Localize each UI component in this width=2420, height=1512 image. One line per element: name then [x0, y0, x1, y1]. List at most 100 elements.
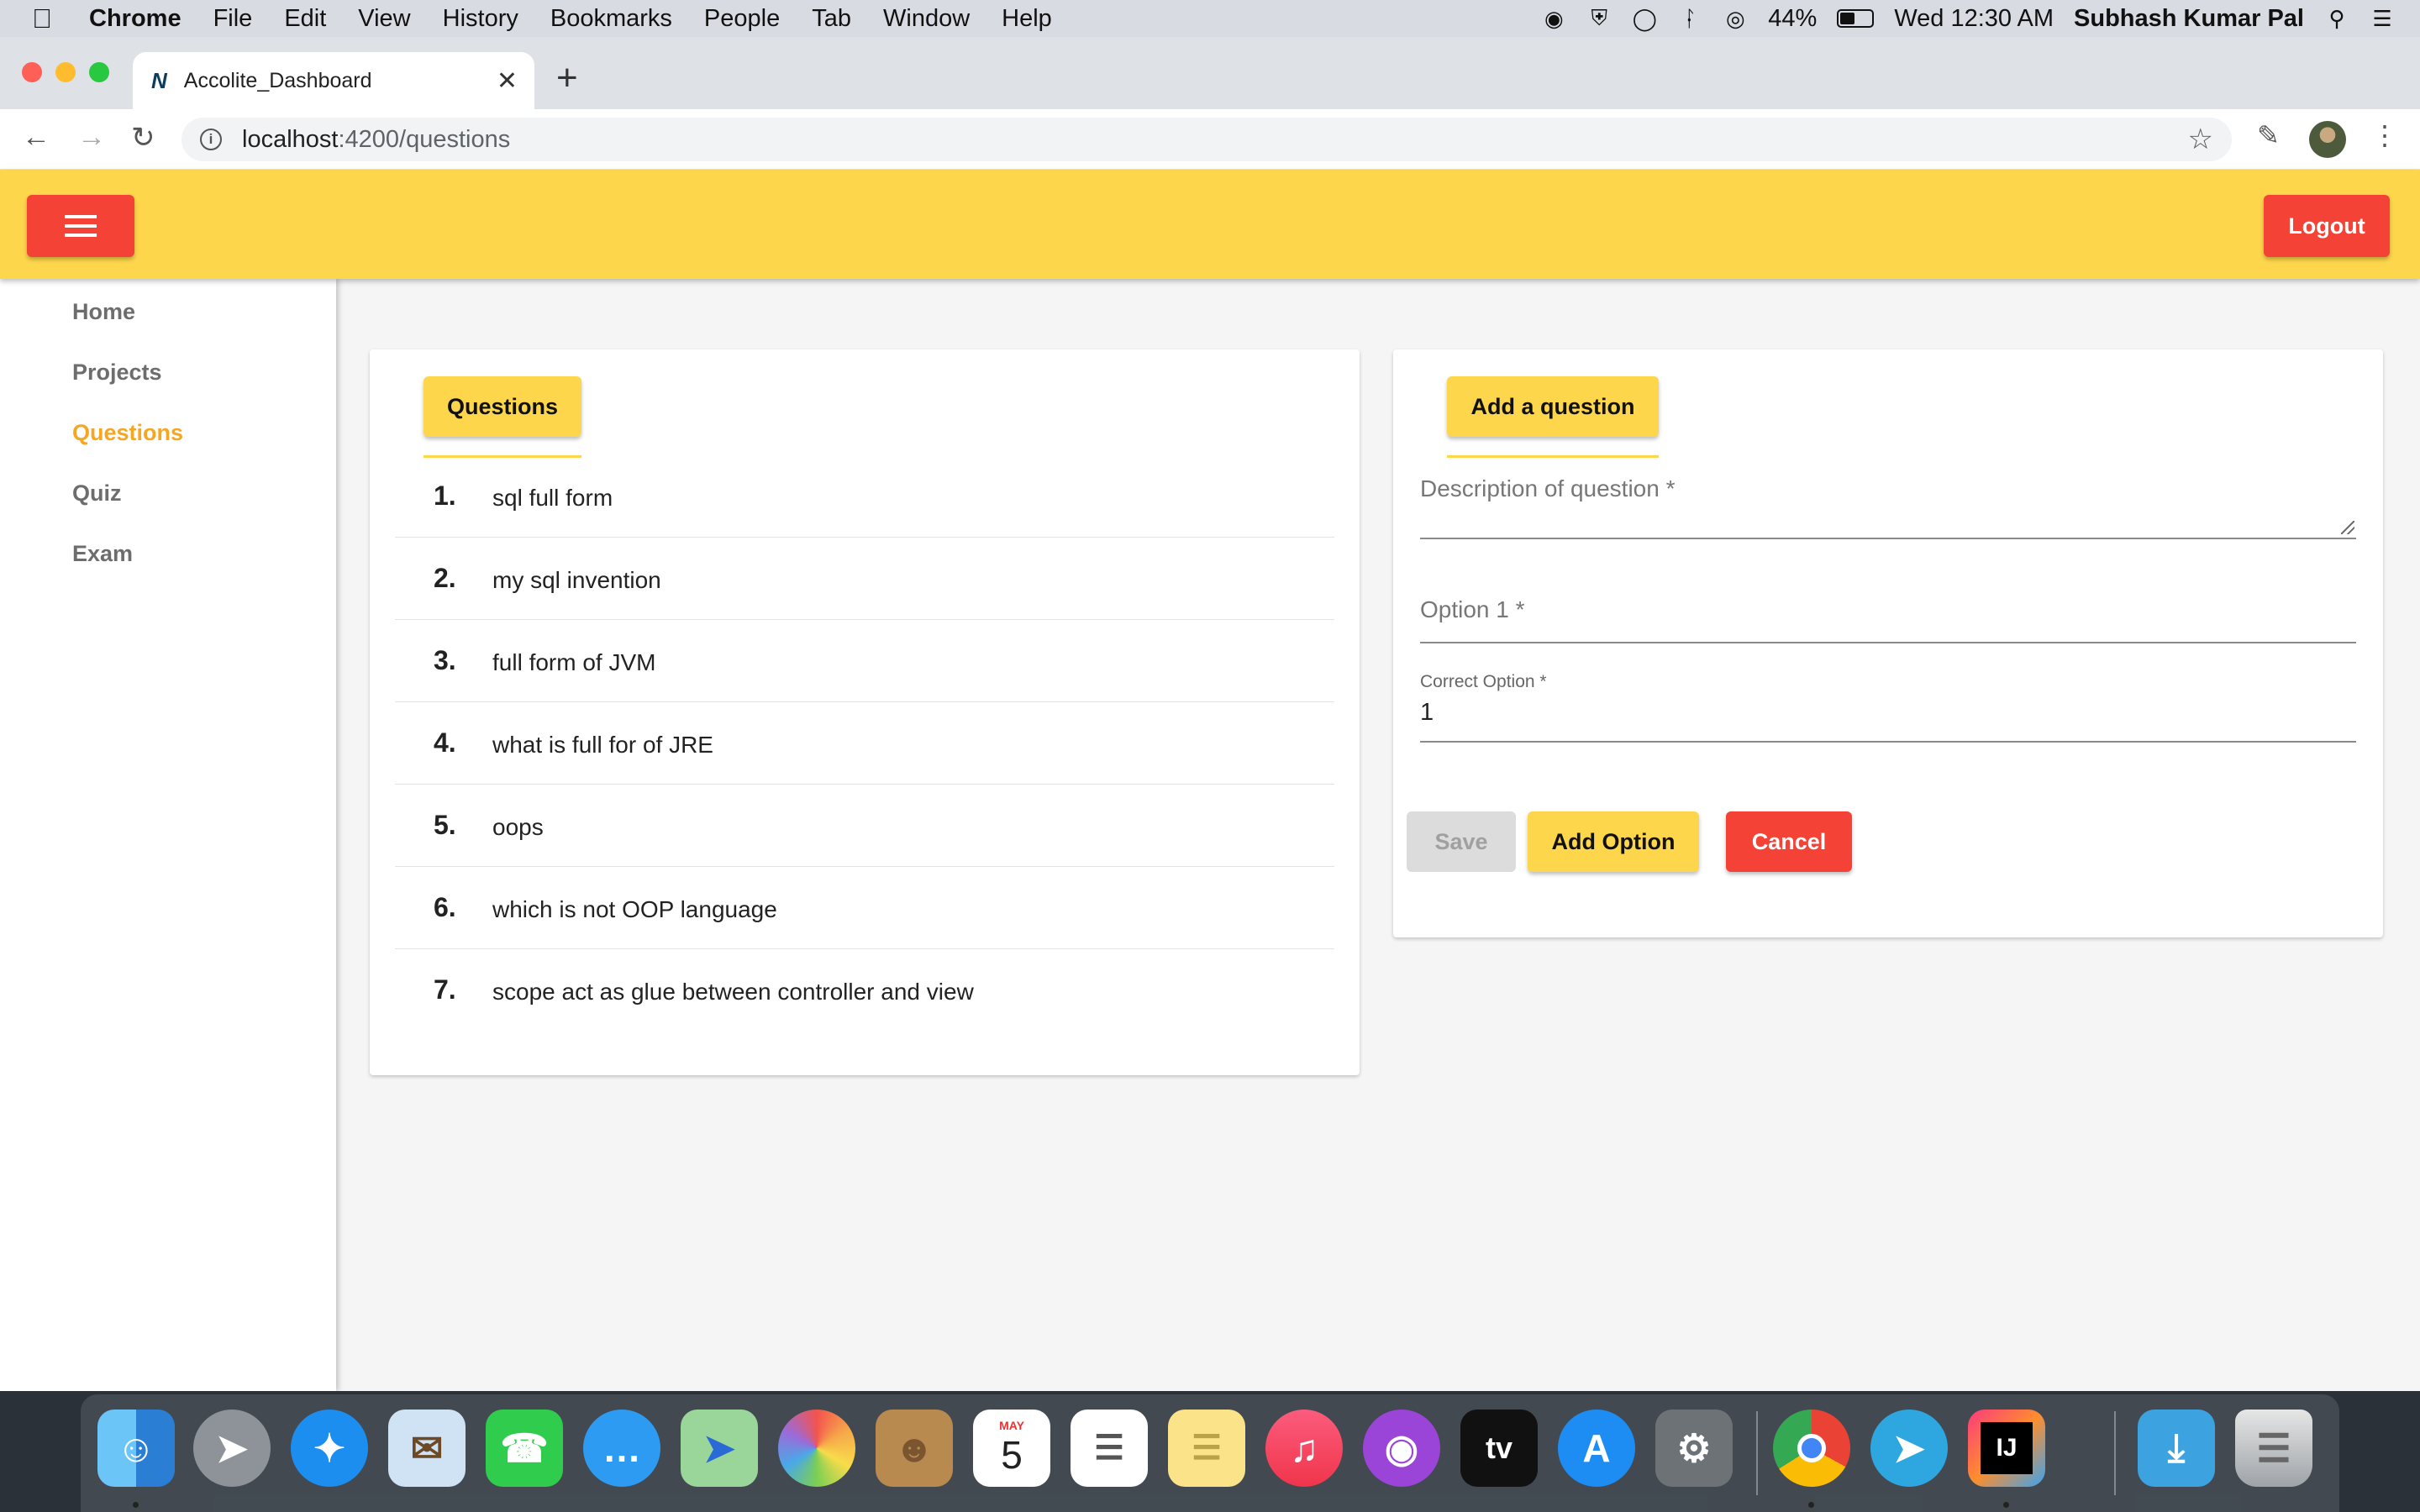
launchpad-icon[interactable]: ➤: [193, 1410, 271, 1487]
messages-icon[interactable]: …: [583, 1410, 660, 1487]
close-window-button[interactable]: [22, 62, 42, 82]
dock-separator: [1756, 1411, 1758, 1495]
resize-handle-icon[interactable]: [2341, 521, 2354, 534]
logout-button[interactable]: Logout: [2264, 195, 2390, 257]
app-header: Logout: [0, 170, 2420, 279]
question-number: 4.: [434, 727, 456, 758]
intellij-icon[interactable]: IJ: [1968, 1410, 2045, 1487]
add-question-card: Add a question Description of question *…: [1393, 349, 2383, 937]
menu-people[interactable]: People: [704, 5, 780, 33]
shield-icon[interactable]: ⛨: [1586, 5, 1612, 31]
contacts-icon[interactable]: ☻: [876, 1410, 953, 1487]
system-preferences-icon[interactable]: ⚙: [1655, 1410, 1733, 1487]
forward-icon[interactable]: →: [77, 121, 106, 154]
sidebar-item-projects[interactable]: Projects: [72, 360, 162, 386]
reminders-icon[interactable]: ☰: [1071, 1410, 1148, 1487]
music-icon[interactable]: ♫: [1265, 1410, 1343, 1487]
profile-avatar[interactable]: [2309, 121, 2346, 158]
question-number: 2.: [434, 563, 456, 593]
calendar-day: 5: [1001, 1433, 1023, 1477]
trash-icon[interactable]: ☰: [2235, 1410, 2312, 1487]
question-row[interactable]: 4. what is full for of JRE: [395, 702, 1334, 785]
tab-questions[interactable]: Questions: [424, 376, 581, 437]
sidebar-item-questions[interactable]: Questions: [72, 420, 183, 446]
correct-option-value: 1: [1420, 699, 1434, 726]
question-number: 3.: [434, 645, 456, 675]
question-row[interactable]: 2. my sql invention: [395, 538, 1334, 620]
notes-icon[interactable]: ☰: [1168, 1410, 1245, 1487]
wifi-icon[interactable]: ◎: [1723, 6, 1748, 31]
question-row[interactable]: 7. scope act as glue between controller …: [395, 949, 1334, 1032]
site-info-icon[interactable]: i: [200, 129, 222, 150]
sidebar-item-quiz[interactable]: Quiz: [72, 480, 122, 507]
app-store-icon[interactable]: A: [1558, 1410, 1635, 1487]
hamburger-menu-button[interactable]: [27, 195, 134, 257]
question-text: my sql invention: [492, 567, 661, 593]
menu-edit[interactable]: Edit: [284, 5, 326, 33]
downloads-icon[interactable]: ⤓: [2138, 1410, 2215, 1487]
question-row[interactable]: 5. oops: [395, 785, 1334, 867]
finder-icon[interactable]: ☺: [97, 1410, 175, 1487]
hamburger-icon-line: [65, 234, 97, 237]
menu-help[interactable]: Help: [1002, 5, 1052, 33]
calendar-icon[interactable]: MAY 5: [973, 1410, 1050, 1487]
telegram-icon[interactable]: ➤: [1870, 1410, 1948, 1487]
chrome-icon[interactable]: [1773, 1410, 1850, 1487]
facetime-icon[interactable]: ☎: [486, 1410, 563, 1487]
back-icon[interactable]: ←: [22, 121, 50, 154]
close-tab-icon[interactable]: ✕: [497, 66, 518, 96]
vpn-icon[interactable]: ◉: [1541, 6, 1566, 31]
correct-option-label: Correct Option *: [1420, 672, 1547, 691]
apple-tv-icon[interactable]: tv: [1460, 1410, 1538, 1487]
podcasts-icon[interactable]: ◉: [1363, 1410, 1440, 1487]
favicon-icon: N: [151, 67, 167, 93]
menu-window[interactable]: Window: [883, 5, 970, 33]
photos-icon[interactable]: [778, 1410, 855, 1487]
tab-title: Accolite_Dashboard: [183, 68, 372, 92]
chrome-menu-icon[interactable]: ⋮: [2371, 119, 2398, 151]
menu-tab[interactable]: Tab: [812, 5, 851, 33]
question-row[interactable]: 3. full form of JVM: [395, 620, 1334, 702]
add-option-button[interactable]: Add Option: [1528, 811, 1699, 872]
question-row[interactable]: 1. sql full form: [395, 455, 1334, 538]
question-number: 7.: [434, 974, 456, 1005]
reload-icon[interactable]: ↻: [131, 121, 155, 155]
maps-icon[interactable]: ➤: [681, 1410, 758, 1487]
question-text: oops: [492, 814, 544, 840]
save-button[interactable]: Save: [1407, 811, 1516, 872]
address-bar[interactable]: i localhost:4200/questions ☆: [182, 118, 2232, 161]
control-center-icon[interactable]: ☰: [2370, 6, 2395, 31]
maximize-window-button[interactable]: [89, 62, 109, 82]
apple-menu-icon[interactable]: : [32, 3, 79, 34]
sidebar: Home Projects Questions Quiz Exam: [0, 279, 336, 1391]
sidebar-item-home[interactable]: Home: [72, 299, 135, 325]
correct-option-input[interactable]: Correct Option * 1: [1420, 672, 2356, 748]
option-1-placeholder: Option 1 *: [1420, 596, 1525, 622]
extensions-icon[interactable]: ✎: [2257, 119, 2280, 151]
binoculars-icon[interactable]: ◯: [1632, 6, 1657, 31]
bluetooth-icon[interactable]: ᛛ: [1677, 6, 1702, 31]
menu-app-name[interactable]: Chrome: [89, 5, 182, 33]
sidebar-item-exam[interactable]: Exam: [72, 541, 133, 567]
new-tab-icon[interactable]: +: [556, 57, 578, 99]
battery-icon[interactable]: [1837, 9, 1875, 28]
option-1-input[interactable]: Option 1 *: [1420, 596, 2356, 650]
clock[interactable]: Wed 12:30 AM: [1894, 5, 2054, 33]
menu-history[interactable]: History: [443, 5, 518, 33]
menu-bookmarks[interactable]: Bookmarks: [550, 5, 672, 33]
menu-view[interactable]: View: [358, 5, 410, 33]
safari-icon[interactable]: ✦: [291, 1410, 368, 1487]
mail-icon[interactable]: ✉: [388, 1410, 466, 1487]
description-textarea[interactable]: Description of question *: [1420, 475, 2356, 543]
menu-file[interactable]: File: [213, 5, 253, 33]
bookmark-star-icon[interactable]: ☆: [2188, 123, 2213, 156]
minimize-window-button[interactable]: [55, 62, 76, 82]
user-name[interactable]: Subhash Kumar Pal: [2074, 5, 2304, 33]
cancel-button[interactable]: Cancel: [1726, 811, 1852, 872]
field-underline: [1420, 538, 2356, 539]
question-row[interactable]: 6. which is not OOP language: [395, 867, 1334, 949]
tab-add-question[interactable]: Add a question: [1447, 376, 1659, 437]
spotlight-search-icon[interactable]: ⚲: [2324, 6, 2349, 31]
browser-toolbar: ← → ↻ i localhost:4200/questions ☆ ✎ ⋮: [0, 109, 2420, 170]
browser-tab[interactable]: N Accolite_Dashboard ✕: [133, 52, 534, 109]
